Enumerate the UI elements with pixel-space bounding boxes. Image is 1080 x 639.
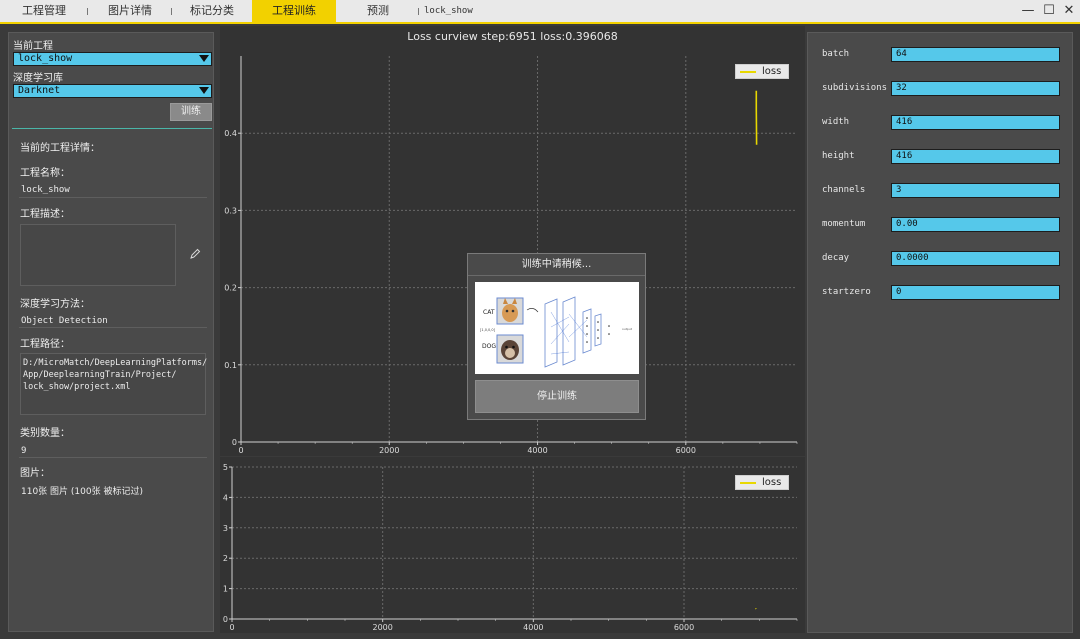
project-name-label: lock_show xyxy=(424,6,473,16)
x-tick-label: 0 xyxy=(238,446,243,455)
project-desc-label: 工程描述： xyxy=(20,209,70,220)
maximize-icon[interactable]: ☐ xyxy=(1040,2,1058,20)
project-name-value: lock_show xyxy=(21,185,70,195)
param-input-startzero[interactable]: 0 xyxy=(891,285,1060,300)
cnn-illustration-image: CAT DOG [1,0,0,0] output xyxy=(475,282,639,374)
y-tick-label: 0.2 xyxy=(224,284,237,293)
class-count-value: 9 xyxy=(21,446,27,456)
param-input-width[interactable]: 416 xyxy=(891,115,1060,130)
tab-separator xyxy=(418,8,419,15)
dropdown-arrow-icon xyxy=(199,87,209,94)
dl-library-value: Darknet xyxy=(18,85,61,96)
legend-label: loss xyxy=(762,66,782,77)
train-button[interactable]: 训练 xyxy=(170,103,212,121)
project-desc-box[interactable] xyxy=(20,224,176,286)
y-tick-label: 5 xyxy=(223,463,228,472)
dialog-title: 训练中请稍候... xyxy=(468,254,645,276)
current-project-value: lock_show xyxy=(18,53,73,64)
param-label-width: width xyxy=(822,117,850,127)
loss-chart-svg: 0 2000 4000 6000 0 1 2 3 4 5 xyxy=(223,463,798,632)
path-line: lock_show/project.xml xyxy=(23,382,131,392)
img-cat-label: CAT xyxy=(483,309,495,316)
y-tick-label: 0.3 xyxy=(224,206,237,215)
tab-label-classes[interactable]: 标记分类 xyxy=(172,0,252,22)
training-progress-dialog: 训练中请稍候... CAT DOG [1,0,0,0] output 停止训练 xyxy=(467,253,646,420)
edit-pencil-icon[interactable] xyxy=(189,248,201,263)
chart-title: Loss curview step:6951 loss:0.396068 xyxy=(407,30,618,43)
project-name-label: 工程名称： xyxy=(20,168,70,179)
param-input-subdivisions[interactable]: 32 xyxy=(891,81,1060,96)
x-tick-label: 6000 xyxy=(674,623,694,632)
param-label-subdivisions: subdivisions xyxy=(822,83,888,93)
param-label-channels: channels xyxy=(822,185,866,195)
param-label-momentum: momentum xyxy=(822,219,866,229)
training-params-panel: batch 64 subdivisions 32 width 416 height 416 ch… xyxy=(807,32,1073,633)
legend-swatch xyxy=(740,71,756,73)
param-label-startzero: startzero xyxy=(822,287,871,297)
param-input-batch[interactable]: 64 xyxy=(891,47,1060,62)
top-tab-bar: 工程管理 图片详情 标记分类 工程训练 预测 lock_show — ☐ ✕ xyxy=(0,0,1080,24)
divider xyxy=(19,327,207,328)
param-input-decay[interactable]: 0.0000 xyxy=(891,251,1060,266)
loss-chart-secondary: 0 2000 4000 6000 0 1 2 3 4 5 loss xyxy=(220,457,805,633)
chart-legend: loss xyxy=(735,475,789,490)
svg-text:output: output xyxy=(622,327,633,331)
x-tick-label: 0 xyxy=(229,623,234,632)
dl-method-label: 深度学习方法： xyxy=(20,299,90,310)
y-tick-label: 2 xyxy=(223,554,228,563)
x-tick-label: 4000 xyxy=(523,623,543,632)
param-label-batch: batch xyxy=(822,49,850,59)
param-label-decay: decay xyxy=(822,253,850,263)
details-header: 当前的工程详情： xyxy=(20,143,100,154)
y-tick-label: 1 xyxy=(223,585,228,594)
current-project-label: 当前工程 xyxy=(13,41,53,52)
close-icon[interactable]: ✕ xyxy=(1060,2,1078,20)
x-tick-label: 2000 xyxy=(379,446,399,455)
project-path-box: D:/MicroMatch/DeepLearningPlatforms/ App… xyxy=(20,353,208,415)
x-tick-label: 4000 xyxy=(527,446,547,455)
legend-swatch xyxy=(740,482,756,484)
param-label-height: height xyxy=(822,151,855,161)
legend-label: loss xyxy=(762,477,782,488)
param-input-momentum[interactable]: 0.00 xyxy=(891,217,1060,232)
dl-method-value: Object Detection xyxy=(21,316,108,326)
class-count-label: 类别数量： xyxy=(20,428,70,439)
y-tick-label: 0 xyxy=(223,615,228,624)
tab-image-details[interactable]: 图片详情 xyxy=(88,0,172,22)
img-dog-label: DOG xyxy=(482,343,496,350)
param-input-height[interactable]: 416 xyxy=(891,149,1060,164)
dropdown-arrow-icon xyxy=(199,55,209,62)
project-info-panel: 当前工程 lock_show 深度学习库 Darknet 训练 当前的工程详情：… xyxy=(8,32,214,632)
current-project-select[interactable]: lock_show xyxy=(13,52,212,66)
param-input-channels[interactable]: 3 xyxy=(891,183,1060,198)
dl-library-label: 深度学习库 xyxy=(13,73,63,84)
y-tick-label: 0 xyxy=(232,438,237,447)
chart-legend: loss xyxy=(735,64,789,79)
images-value: 110张 图片 (100张 被标记过) xyxy=(21,487,143,497)
y-tick-label: 0.1 xyxy=(224,361,237,370)
project-path-label: 工程路径： xyxy=(20,339,70,350)
tab-project-management[interactable]: 工程管理 xyxy=(0,0,88,22)
path-line: D:/MicroMatch/DeepLearningPlatforms/ xyxy=(23,358,208,368)
divider xyxy=(19,197,207,198)
x-tick-label: 6000 xyxy=(676,446,696,455)
y-tick-label: 4 xyxy=(223,493,228,502)
x-tick-label: 2000 xyxy=(372,623,392,632)
svg-text:[1,0,0,0]: [1,0,0,0] xyxy=(480,328,496,332)
tab-predict[interactable]: 预测 xyxy=(336,0,420,22)
minimize-icon[interactable]: — xyxy=(1019,2,1037,20)
stop-training-button[interactable]: 停止训练 xyxy=(475,380,639,413)
dl-library-select[interactable]: Darknet xyxy=(13,84,212,98)
path-line: App/DeeplearningTrain/Project/ xyxy=(23,370,177,380)
tab-project-training[interactable]: 工程训练 xyxy=(252,0,336,22)
divider xyxy=(19,457,207,458)
y-tick-label: 3 xyxy=(223,524,228,533)
images-label: 图片： xyxy=(20,468,50,479)
y-tick-label: 0.4 xyxy=(224,129,237,138)
divider xyxy=(12,128,212,129)
